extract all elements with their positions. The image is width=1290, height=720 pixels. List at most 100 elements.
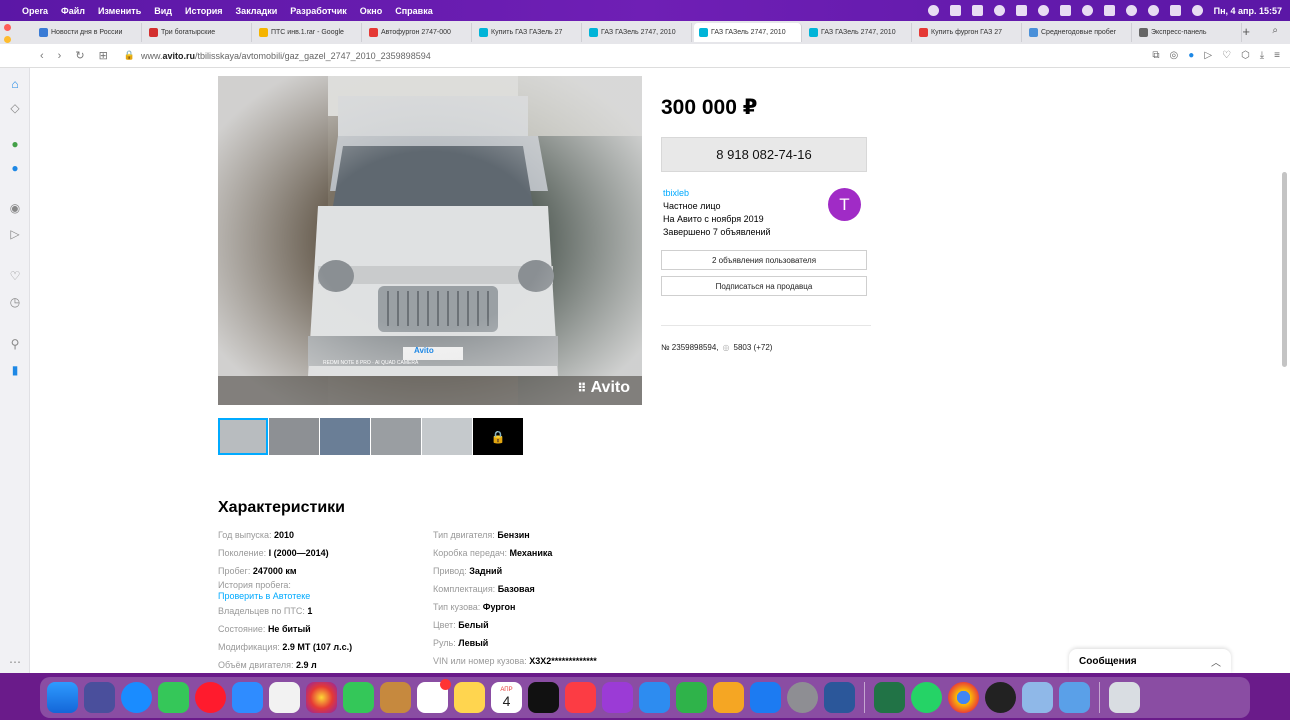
tab[interactable]: Три богатырские	[144, 23, 252, 42]
maps-icon[interactable]	[269, 682, 300, 713]
back-icon[interactable]: ‹	[40, 50, 44, 62]
seller-name-link[interactable]: tbixleb	[663, 187, 771, 200]
bookmark-heart-icon[interactable]: ♡	[1222, 50, 1231, 61]
utility-app-icon[interactable]	[985, 682, 1016, 713]
favorites-icon[interactable]: ◇	[7, 100, 23, 116]
photo-thumbnail[interactable]	[320, 418, 370, 455]
status-icon[interactable]	[1081, 5, 1093, 16]
siri-icon[interactable]	[1191, 5, 1203, 16]
messenger-icon[interactable]: ●	[7, 160, 23, 176]
finder-icon[interactable]	[47, 682, 78, 713]
page-scrollbar[interactable]	[1282, 172, 1287, 367]
excel-icon[interactable]	[874, 682, 905, 713]
camera-icon[interactable]: ◉	[7, 200, 23, 216]
spotlight-search-icon[interactable]	[1147, 5, 1159, 16]
photo-thumbnail[interactable]	[269, 418, 319, 455]
tab[interactable]: ПТС инв.1.rar - Google	[254, 23, 362, 42]
opera-icon[interactable]	[195, 682, 226, 713]
tab[interactable]: ГАЗ ГАЗель 2747, 2010	[804, 23, 912, 42]
photos-icon[interactable]	[306, 682, 337, 713]
menu-developer[interactable]: Разработчик	[290, 6, 346, 16]
menu-bar-clock[interactable]: Пн, 4 апр. 15:57	[1214, 6, 1282, 16]
menu-edit[interactable]: Изменить	[98, 6, 141, 16]
minimize-window-button[interactable]	[4, 36, 11, 43]
reload-icon[interactable]: ↻	[75, 49, 84, 62]
photo-thumbnail[interactable]	[422, 418, 472, 455]
messages-icon[interactable]	[158, 682, 189, 713]
download-icon[interactable]: ⤓	[1260, 50, 1264, 61]
menu-bookmarks[interactable]: Закладки	[236, 6, 278, 16]
player-icon[interactable]: ▷	[1204, 50, 1212, 61]
photo-thumbnail-locked[interactable]: 🔒	[473, 418, 523, 455]
bluetooth-icon[interactable]	[1103, 5, 1115, 16]
apple-tv-icon[interactable]	[528, 682, 559, 713]
status-icon[interactable]	[1037, 5, 1049, 16]
tab[interactable]: ГАЗ ГАЗель 2747, 2010	[584, 23, 692, 42]
autoteka-check-link[interactable]: Проверить в Автотеке	[218, 591, 352, 602]
forward-icon[interactable]: ›	[58, 50, 62, 62]
keynote-icon[interactable]	[639, 682, 670, 713]
tab[interactable]: Новости дня в России	[34, 23, 142, 42]
lightbulb-icon[interactable]: ⚲	[7, 336, 23, 352]
calendar-icon[interactable]: АПР 4	[491, 682, 522, 713]
tab-search-icon[interactable]: ⌕	[1272, 25, 1278, 36]
podcasts-icon[interactable]	[602, 682, 633, 713]
contacts-icon[interactable]	[380, 682, 411, 713]
status-icon[interactable]	[927, 5, 939, 16]
vpn-icon[interactable]: ●	[1188, 50, 1194, 61]
player-icon[interactable]: ▷	[7, 226, 23, 242]
reminders-icon[interactable]	[417, 679, 451, 713]
heart-icon[interactable]: ♡	[7, 268, 23, 284]
history-clock-icon[interactable]: ◷	[7, 294, 23, 310]
close-window-button[interactable]	[4, 24, 11, 31]
seller-avatar[interactable]: T	[828, 188, 861, 221]
numbers-icon[interactable]	[676, 682, 707, 713]
camera-icon[interactable]: ◎	[1170, 50, 1179, 61]
chevron-up-icon[interactable]: ︿	[1211, 654, 1221, 669]
pages-icon[interactable]	[713, 682, 744, 713]
extensions-icon[interactable]: ⬡	[1241, 50, 1250, 61]
menu-view[interactable]: Вид	[154, 6, 172, 16]
tab[interactable]: Купить ГАЗ ГАЗель 27	[474, 23, 582, 42]
music-icon[interactable]	[565, 682, 596, 713]
tab-active[interactable]: ГАЗ ГАЗель 2747, 2010	[694, 23, 802, 42]
preview-icon[interactable]	[1059, 682, 1090, 713]
language-flag-icon[interactable]	[1059, 5, 1071, 16]
tab[interactable]: Экспресс-панель	[1134, 23, 1242, 42]
facetime-icon[interactable]	[343, 682, 374, 713]
control-center-icon[interactable]	[1169, 5, 1181, 16]
tabs-grid-icon[interactable]: ⊞	[99, 49, 108, 62]
menu-help[interactable]: Справка	[395, 6, 432, 16]
menu-app-opera[interactable]: Opera	[22, 6, 48, 16]
whatsapp-icon[interactable]	[911, 682, 942, 713]
messages-widget[interactable]: Сообщения ︿	[1069, 649, 1231, 673]
user-ads-button[interactable]: 2 объявления пользователя	[661, 250, 867, 270]
main-photo[interactable]: Avito REDMI NOTE 8 PRO · AI QUAD CAMERA …	[218, 76, 642, 405]
home-icon[interactable]: ⌂	[7, 76, 23, 92]
menu-history[interactable]: История	[185, 6, 223, 16]
status-icon[interactable]	[993, 5, 1005, 16]
mail-icon[interactable]	[232, 682, 263, 713]
messenger-icon[interactable]: ●	[7, 136, 23, 152]
notes-icon[interactable]	[454, 682, 485, 713]
photo-thumbnail[interactable]	[218, 418, 268, 455]
tab[interactable]: Автофургон 2747-000	[364, 23, 472, 42]
status-icon[interactable]	[971, 5, 983, 16]
launchpad-icon[interactable]	[84, 682, 115, 713]
show-phone-button[interactable]: 8 918 082-74-16	[661, 137, 867, 172]
url-field[interactable]: 🔒 www.avito.ru/tbilisskaya/avtomobili/ga…	[124, 50, 431, 61]
tab[interactable]: Купить фургон ГАЗ 27	[914, 23, 1022, 42]
system-preferences-icon[interactable]	[787, 682, 818, 713]
app-store-icon[interactable]	[750, 682, 781, 713]
trash-icon[interactable]	[1109, 682, 1140, 713]
more-icon[interactable]: ⋯	[7, 654, 23, 670]
subscribe-seller-button[interactable]: Подписаться на продавца	[661, 276, 867, 296]
chrome-icon[interactable]	[948, 682, 979, 713]
migration-assistant-icon[interactable]	[1022, 682, 1053, 713]
new-tab-icon[interactable]: +	[1242, 24, 1250, 39]
status-icon[interactable]	[949, 5, 961, 16]
easy-setup-icon[interactable]: ≡	[1274, 50, 1280, 61]
snapshot-icon[interactable]: ⧉	[1152, 50, 1159, 61]
wifi-icon[interactable]	[1125, 5, 1137, 16]
menu-window[interactable]: Окно	[360, 6, 382, 16]
